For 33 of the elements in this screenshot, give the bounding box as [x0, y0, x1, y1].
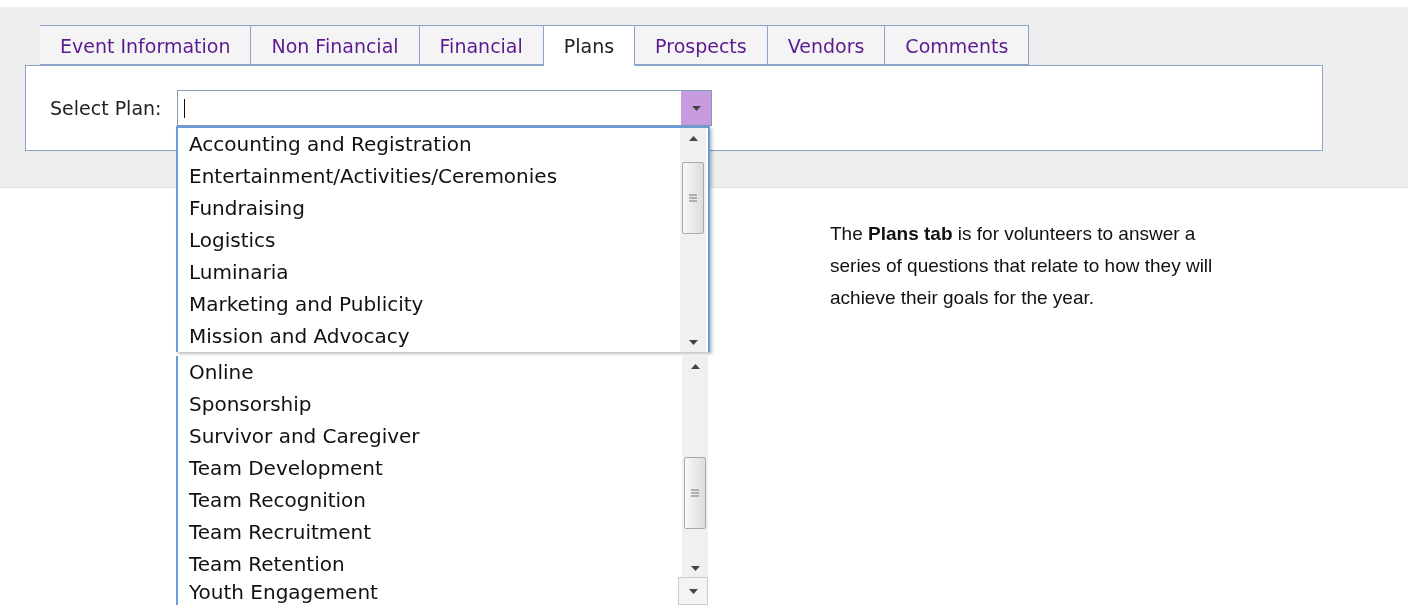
down-triangle-icon: [690, 565, 700, 571]
list-option[interactable]: Sponsorship: [178, 388, 669, 420]
list-option[interactable]: Fundraising: [178, 192, 669, 224]
dropdown-button[interactable]: [678, 577, 708, 605]
down-triangle-icon: [688, 588, 698, 594]
list-option[interactable]: Survivor and Caregiver: [178, 420, 669, 452]
up-triangle-icon: [688, 135, 698, 141]
list-option[interactable]: Team Development: [178, 452, 669, 484]
tab[interactable]: Financial: [419, 25, 544, 65]
list-option[interactable]: Team Retention: [178, 548, 669, 580]
note-text: The Plans tab is for volunteers to answer a series of questions that relate to how they will achieve their goals for the year.: [830, 222, 1214, 310]
list-option[interactable]: Marketing and Publicity: [178, 288, 669, 320]
tab[interactable]: Event Information: [40, 25, 252, 65]
list-option[interactable]: Entertainment/Activities/Ceremonies: [178, 160, 669, 192]
down-triangle-icon: [688, 339, 698, 345]
list-option[interactable]: Mission and Advocacy: [178, 320, 669, 352]
list-option[interactable]: Logistics: [178, 224, 669, 256]
scroll-thumb[interactable]: [684, 457, 706, 529]
tab[interactable]: Plans: [543, 25, 636, 66]
list-option[interactable]: Team Recognition: [178, 484, 669, 516]
tab[interactable]: Prospects: [635, 25, 768, 65]
up-triangle-icon: [690, 363, 700, 369]
scroll-thumb[interactable]: [682, 162, 704, 234]
tab[interactable]: Comments: [885, 25, 1030, 65]
list-option[interactable]: Youth Engagement: [178, 580, 669, 604]
tab[interactable]: Vendors: [767, 25, 886, 65]
list-option[interactable]: Luminaria: [178, 256, 669, 288]
field-label: Select Plan:: [50, 96, 163, 121]
list-option[interactable]: Online: [178, 356, 669, 388]
down-triangle-icon: [691, 105, 701, 111]
list-option[interactable]: Team Recruitment: [178, 516, 669, 548]
tab[interactable]: Non Financial: [251, 25, 420, 65]
list-option[interactable]: Accounting and Registration: [178, 128, 669, 160]
